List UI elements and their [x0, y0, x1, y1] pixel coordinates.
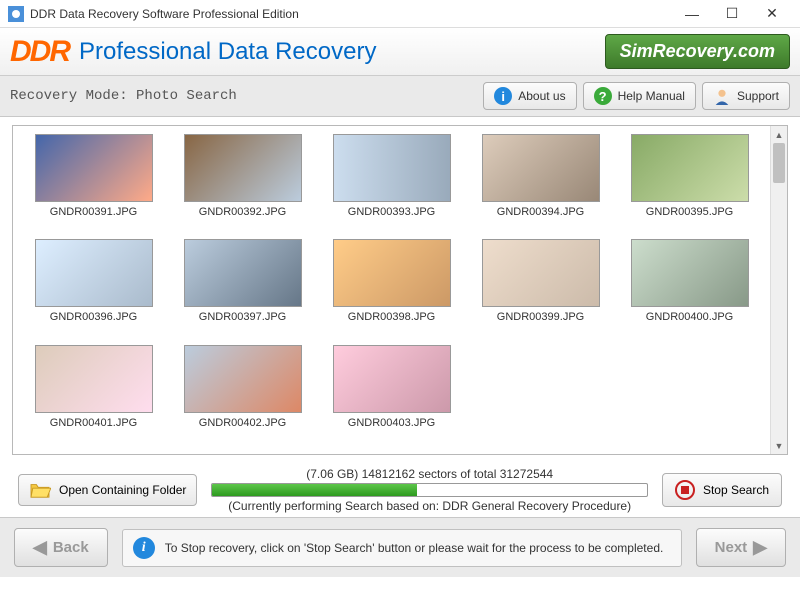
header-title: Professional Data Recovery	[79, 38, 376, 66]
tip-text: To Stop recovery, click on 'Stop Search'…	[165, 541, 664, 555]
thumbnail-image	[35, 239, 153, 307]
toolbar: Recovery Mode: Photo Search i About us ?…	[0, 76, 800, 117]
thumbnail-image	[35, 134, 153, 202]
support-label: Support	[737, 89, 779, 103]
ddr-logo: DDR	[10, 35, 69, 69]
thumbnail-item[interactable]: GNDR00394.JPG	[468, 134, 613, 235]
help-icon: ?	[594, 87, 612, 105]
progress-area: Open Containing Folder (7.06 GB) 1481216…	[0, 463, 800, 517]
header: DDR Professional Data Recovery SimRecove…	[0, 28, 800, 76]
back-button[interactable]: ◀ Back	[14, 528, 108, 567]
thumbnail-image	[482, 134, 600, 202]
thumbnail-item[interactable]: GNDR00401.JPG	[21, 345, 166, 446]
thumbnail-item[interactable]: GNDR00391.JPG	[21, 134, 166, 235]
thumbnail-filename: GNDR00403.JPG	[319, 417, 464, 429]
tip-box: i To Stop recovery, click on 'Stop Searc…	[122, 529, 682, 567]
thumbnail-image	[333, 134, 451, 202]
arrow-right-icon: ▶	[753, 537, 767, 558]
back-label: Back	[53, 539, 89, 556]
thumbnail-item[interactable]: GNDR00398.JPG	[319, 239, 464, 340]
thumbnail-filename: GNDR00401.JPG	[21, 417, 166, 429]
thumbnail-item[interactable]: GNDR00402.JPG	[170, 345, 315, 446]
open-folder-label: Open Containing Folder	[59, 483, 186, 497]
scroll-thumb[interactable]	[773, 143, 785, 183]
help-label: Help Manual	[618, 89, 685, 103]
about-us-button[interactable]: i About us	[483, 82, 576, 110]
support-icon	[713, 87, 731, 105]
progress-subtext: (Currently performing Search based on: D…	[211, 499, 648, 513]
progress-bar	[211, 483, 648, 497]
thumbnail-filename: GNDR00392.JPG	[170, 206, 315, 218]
thumbnail-image	[631, 239, 749, 307]
thumbnail-filename: GNDR00399.JPG	[468, 311, 613, 323]
thumbnail-item[interactable]: GNDR00403.JPG	[319, 345, 464, 446]
support-button[interactable]: Support	[702, 82, 790, 110]
footer: ◀ Back i To Stop recovery, click on 'Sto…	[0, 517, 800, 577]
arrow-left-icon: ◀	[33, 537, 47, 558]
thumbnail-filename: GNDR00398.JPG	[319, 311, 464, 323]
open-containing-folder-button[interactable]: Open Containing Folder	[18, 474, 197, 506]
stop-label: Stop Search	[703, 483, 769, 497]
progress-stats: (7.06 GB) 14812162 sectors of total 3127…	[211, 467, 648, 481]
thumbnail-filename: GNDR00391.JPG	[21, 206, 166, 218]
minimize-button[interactable]: —	[672, 0, 712, 28]
thumbnail-image	[184, 239, 302, 307]
thumbnail-item[interactable]: GNDR00397.JPG	[170, 239, 315, 340]
thumbnail-filename: GNDR00395.JPG	[617, 206, 762, 218]
thumbnail-item[interactable]: GNDR00392.JPG	[170, 134, 315, 235]
progress-fill	[212, 484, 416, 496]
stop-icon	[675, 480, 695, 500]
scroll-down-button[interactable]: ▼	[771, 437, 787, 454]
thumbnail-filename: GNDR00396.JPG	[21, 311, 166, 323]
thumbnail-image	[631, 134, 749, 202]
thumbnail-pane: GNDR00391.JPG GNDR00392.JPG GNDR00393.JPG G…	[12, 125, 788, 455]
scroll-up-button[interactable]: ▲	[771, 126, 787, 143]
close-button[interactable]: ✕	[752, 0, 792, 28]
scrollbar[interactable]: ▲ ▼	[770, 126, 787, 454]
info-icon: i	[494, 87, 512, 105]
thumbnail-item[interactable]: GNDR00399.JPG	[468, 239, 613, 340]
info-icon: i	[133, 537, 155, 559]
thumbnail-item[interactable]: GNDR00396.JPG	[21, 239, 166, 340]
next-button[interactable]: Next ▶	[696, 528, 786, 567]
stop-search-button[interactable]: Stop Search	[662, 473, 782, 507]
thumbnail-item[interactable]: GNDR00395.JPG	[617, 134, 762, 235]
thumbnail-item[interactable]: GNDR00400.JPG	[617, 239, 762, 340]
thumbnail-item[interactable]: GNDR00393.JPG	[319, 134, 464, 235]
next-label: Next	[715, 539, 748, 556]
titlebar: DDR Data Recovery Software Professional …	[0, 0, 800, 28]
recovery-mode-label: Recovery Mode: Photo Search	[10, 88, 477, 104]
thumbnail-filename: GNDR00393.JPG	[319, 206, 464, 218]
brand-badge: SimRecovery.com	[605, 34, 790, 69]
thumbnail-image	[333, 239, 451, 307]
thumbnail-filename: GNDR00400.JPG	[617, 311, 762, 323]
window-title: DDR Data Recovery Software Professional …	[30, 7, 672, 21]
app-icon	[8, 6, 24, 22]
thumbnail-image	[184, 134, 302, 202]
thumbnail-filename: GNDR00402.JPG	[170, 417, 315, 429]
thumbnail-image	[184, 345, 302, 413]
thumbnail-filename: GNDR00394.JPG	[468, 206, 613, 218]
thumbnail-image	[35, 345, 153, 413]
help-manual-button[interactable]: ? Help Manual	[583, 82, 696, 110]
maximize-button[interactable]: ☐	[712, 0, 752, 28]
thumbnail-image	[482, 239, 600, 307]
thumbnail-image	[333, 345, 451, 413]
thumbnail-filename: GNDR00397.JPG	[170, 311, 315, 323]
about-label: About us	[518, 89, 565, 103]
folder-icon	[29, 481, 51, 499]
